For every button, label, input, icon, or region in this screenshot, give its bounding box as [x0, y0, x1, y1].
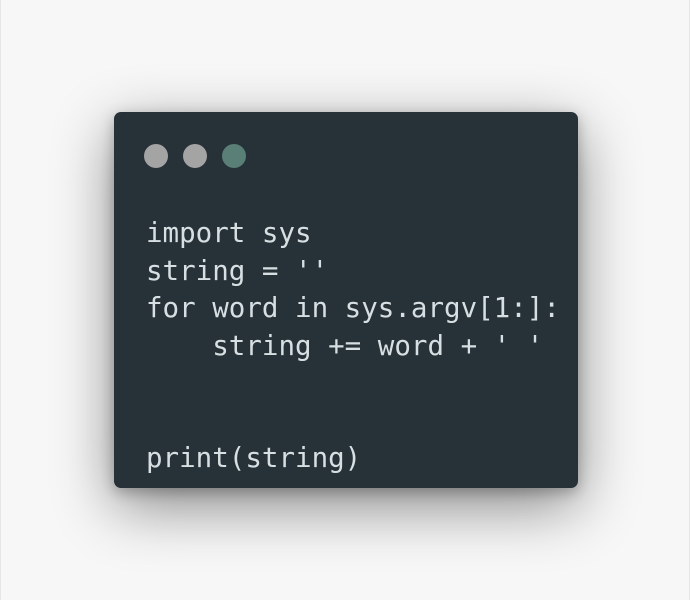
code-window: import sys string = '' for word in sys.arg… [114, 112, 578, 488]
canvas: import sys string = '' for word in sys.arg… [0, 0, 690, 600]
window-controls [144, 144, 246, 168]
code-line-4: string += word + ' ' [146, 329, 544, 362]
code-line-7: print(string) [146, 442, 362, 474]
code-line-1: import sys [146, 217, 312, 249]
code-block: import sys string = '' for word in sys.arg… [146, 215, 560, 478]
window-close-dot [144, 144, 168, 168]
code-line-3: for word in sys.argv[1:]: [146, 292, 560, 324]
window-maximize-dot [222, 144, 246, 168]
window-minimize-dot [183, 144, 207, 168]
code-line-2: string = '' [146, 254, 329, 287]
